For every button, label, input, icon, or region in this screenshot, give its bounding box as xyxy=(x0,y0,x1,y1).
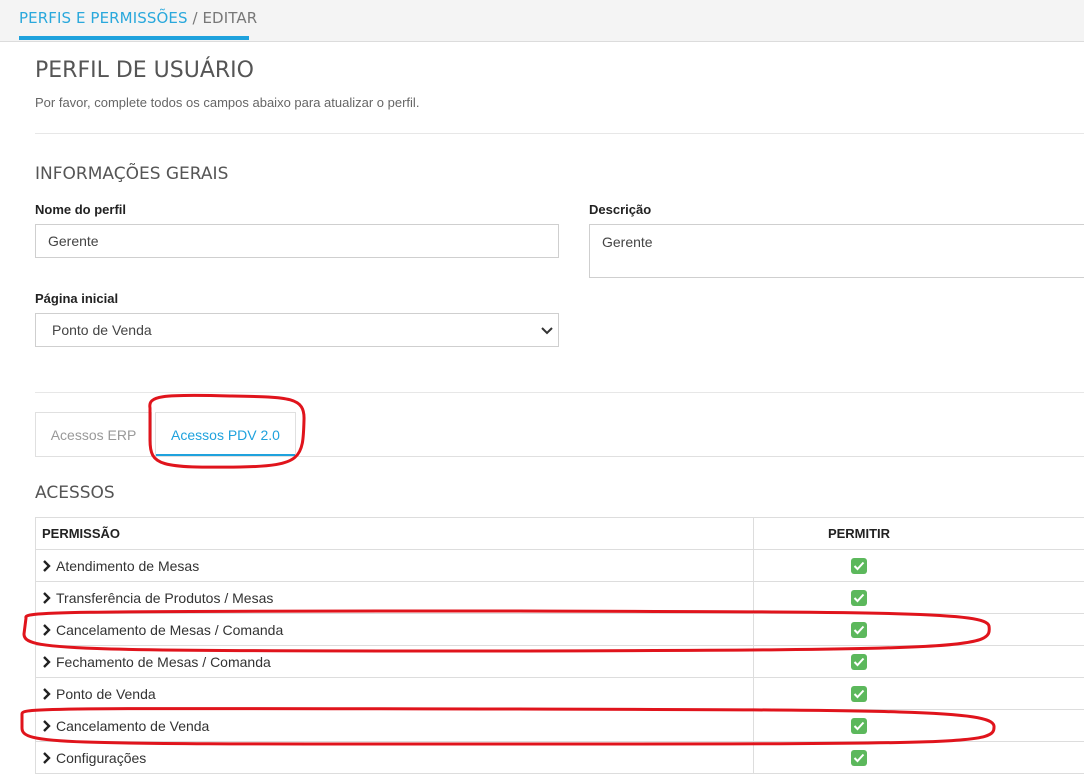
top-bar: PERFIS E PERMISSÕES / EDITAR xyxy=(0,0,1084,42)
table-row[interactable]: Cancelamento de Mesas / Comanda xyxy=(35,613,1084,646)
column-header-permission: PERMISSÃO xyxy=(35,517,754,550)
permission-cell[interactable]: Cancelamento de Mesas / Comanda xyxy=(35,613,754,646)
column-header-allow: PERMITIR xyxy=(753,517,1084,550)
checkbox-checked-icon[interactable] xyxy=(851,750,867,767)
permission-label: Atendimento de Mesas xyxy=(56,557,200,574)
general-info-title: INFORMAÇÕES GERAIS xyxy=(35,164,229,184)
checkbox-checked-icon[interactable] xyxy=(851,686,867,703)
chevron-right-icon xyxy=(43,719,51,732)
tab-acessos-pdv[interactable]: Acessos PDV 2.0 xyxy=(155,412,296,457)
description-label: Descrição xyxy=(589,202,652,217)
allow-cell xyxy=(753,741,1084,774)
permissions-table: PERMISSÃO PERMITIR Atendimento de Mesas T… xyxy=(35,517,1084,774)
table-row[interactable]: Fechamento de Mesas / Comanda xyxy=(35,645,1084,678)
chevron-right-icon xyxy=(43,751,51,764)
breadcrumb-underline xyxy=(19,36,249,40)
chevron-right-icon xyxy=(43,687,51,700)
allow-cell xyxy=(753,677,1084,710)
checkbox-checked-icon[interactable] xyxy=(851,654,867,671)
permission-label: Cancelamento de Venda xyxy=(56,717,210,734)
tabs-baseline xyxy=(35,456,1084,457)
permission-cell[interactable]: Configurações xyxy=(35,741,754,774)
divider xyxy=(35,392,1084,393)
breadcrumb-separator: / xyxy=(187,9,203,27)
chevron-right-icon xyxy=(43,655,51,668)
breadcrumb: PERFIS E PERMISSÕES / EDITAR xyxy=(19,9,257,27)
page-subtitle: Por favor, complete todos os campos abai… xyxy=(35,95,420,110)
table-row[interactable]: Transferência de Produtos / Mesas xyxy=(35,581,1084,614)
permission-label: Configurações xyxy=(56,749,147,766)
checkbox-checked-icon[interactable] xyxy=(851,590,867,607)
description-textarea[interactable]: Gerente xyxy=(589,224,1084,278)
allow-cell xyxy=(753,645,1084,678)
chevron-right-icon xyxy=(43,623,51,636)
allow-cell xyxy=(753,549,1084,582)
checkbox-checked-icon[interactable] xyxy=(851,622,867,639)
home-page-select[interactable]: Ponto de Venda xyxy=(35,313,559,347)
divider xyxy=(35,133,1084,134)
allow-cell xyxy=(753,709,1084,742)
chevron-right-icon xyxy=(43,559,51,572)
table-header-row: PERMISSÃO PERMITIR xyxy=(35,517,1084,550)
permission-cell[interactable]: Atendimento de Mesas xyxy=(35,549,754,582)
profile-name-input[interactable] xyxy=(35,224,559,258)
chevron-right-icon xyxy=(43,591,51,604)
permission-cell[interactable]: Fechamento de Mesas / Comanda xyxy=(35,645,754,678)
tab-acessos-erp[interactable]: Acessos ERP xyxy=(35,412,152,456)
permission-cell[interactable]: Ponto de Venda xyxy=(35,677,754,710)
permission-cell[interactable]: Transferência de Produtos / Mesas xyxy=(35,581,754,614)
allow-cell xyxy=(753,581,1084,614)
permission-label: Cancelamento de Mesas / Comanda xyxy=(56,621,284,638)
permission-label: Transferência de Produtos / Mesas xyxy=(56,589,274,606)
home-page-label: Página inicial xyxy=(35,291,119,306)
home-page-selected-value: Ponto de Venda xyxy=(52,322,152,338)
permission-label: Ponto de Venda xyxy=(56,685,156,702)
table-row[interactable]: Atendimento de Mesas xyxy=(35,549,1084,582)
profile-name-label: Nome do perfil xyxy=(35,202,127,217)
breadcrumb-current: EDITAR xyxy=(202,9,258,27)
table-row[interactable]: Cancelamento de Venda xyxy=(35,709,1084,742)
table-row[interactable]: Configurações xyxy=(35,741,1084,774)
allow-cell xyxy=(753,613,1084,646)
table-row[interactable]: Ponto de Venda xyxy=(35,677,1084,710)
checkbox-checked-icon[interactable] xyxy=(851,558,867,575)
page-title: PERFIL DE USUÁRIO xyxy=(35,58,254,83)
checkbox-checked-icon[interactable] xyxy=(851,718,867,735)
permission-cell[interactable]: Cancelamento de Venda xyxy=(35,709,754,742)
chevron-down-icon xyxy=(541,327,553,335)
permission-label: Fechamento de Mesas / Comanda xyxy=(56,653,271,670)
tab-acessos-pdv-label: Acessos PDV 2.0 xyxy=(171,427,280,443)
breadcrumb-link-profiles[interactable]: PERFIS E PERMISSÕES xyxy=(19,9,188,27)
access-title: ACESSOS xyxy=(35,483,115,503)
